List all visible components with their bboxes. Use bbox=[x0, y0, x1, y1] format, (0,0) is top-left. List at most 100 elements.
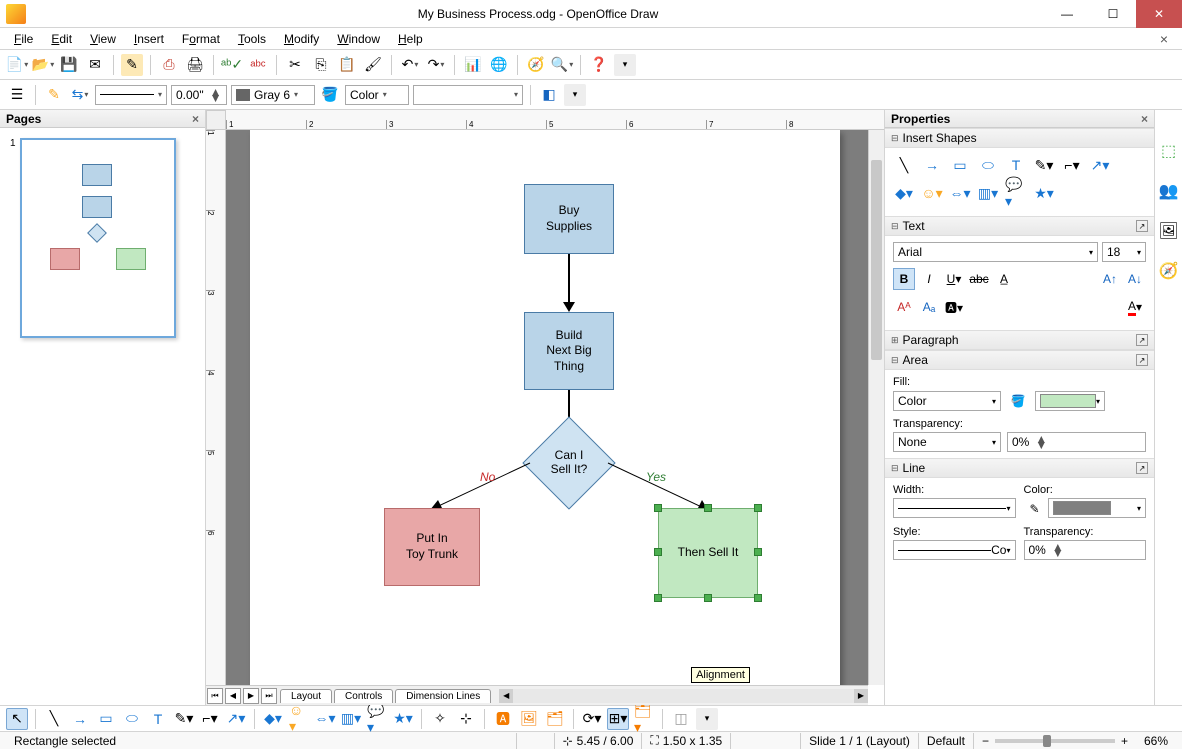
lines-tool[interactable]: ↗▾ bbox=[225, 708, 247, 730]
shape-ellipse[interactable]: ⬭ bbox=[977, 154, 999, 176]
format-paintbrush-button[interactable]: 🖌 bbox=[362, 54, 384, 76]
close-button[interactable]: ✕ bbox=[1136, 0, 1182, 28]
arrow-tool[interactable]: → bbox=[69, 708, 91, 730]
select-tool[interactable]: ↖ bbox=[6, 708, 28, 730]
zoom-button[interactable]: 🔍▾ bbox=[551, 54, 573, 76]
horizontal-scrollbar[interactable]: ◀▶ bbox=[499, 689, 868, 703]
shape-line[interactable]: ╲ bbox=[893, 154, 915, 176]
tab-last-button[interactable]: ⏭ bbox=[261, 688, 277, 704]
highlight-button[interactable]: ✎ bbox=[43, 84, 65, 106]
arrange-tool[interactable]: 🗂▾ bbox=[633, 708, 655, 730]
canvas[interactable]: Buy Supplies Build Next Big Thing Can I … bbox=[226, 130, 868, 685]
line-more-icon[interactable]: ↗ bbox=[1136, 462, 1148, 474]
symbol-shapes-tool[interactable]: ☺▾ bbox=[288, 708, 310, 730]
menu-insert[interactable]: Insert bbox=[126, 30, 172, 48]
toolbar-overflow[interactable]: ▾ bbox=[614, 54, 636, 76]
vertical-ruler[interactable]: 123456 bbox=[206, 130, 226, 685]
subscript-button[interactable]: Aₐ bbox=[918, 296, 940, 318]
shape-text[interactable]: T bbox=[1005, 154, 1027, 176]
fill-bucket-icon[interactable]: 🪣 bbox=[1007, 390, 1029, 412]
tab-controls[interactable]: Controls bbox=[334, 689, 393, 703]
zoom-out-button[interactable]: − bbox=[982, 734, 989, 748]
block-arrows-tool[interactable]: ⇔▾ bbox=[314, 708, 336, 730]
toolbar2-overflow[interactable]: ▾ bbox=[564, 84, 586, 106]
flowchart-box-buy[interactable]: Buy Supplies bbox=[524, 184, 614, 254]
menu-edit[interactable]: Edit bbox=[43, 30, 80, 48]
increase-font-button[interactable]: A↑ bbox=[1099, 268, 1121, 290]
menu-view[interactable]: View bbox=[82, 30, 124, 48]
zoom-slider[interactable] bbox=[995, 739, 1115, 743]
flowchart-box-toy-trunk[interactable]: Put In Toy Trunk bbox=[384, 508, 480, 586]
email-button[interactable]: ✉ bbox=[84, 54, 106, 76]
star-tool[interactable]: ★▾ bbox=[392, 708, 414, 730]
hyperlink-button[interactable]: 🌐 bbox=[488, 54, 510, 76]
shape-symbol[interactable]: ☺▾ bbox=[921, 182, 943, 204]
fill-mode-combo[interactable]: Color▾ bbox=[345, 85, 409, 105]
print-button[interactable]: 🖨 bbox=[184, 54, 206, 76]
help-button[interactable]: ❓ bbox=[588, 54, 610, 76]
font-color-button[interactable]: A▾ bbox=[1124, 296, 1146, 318]
decrease-font-button[interactable]: A↓ bbox=[1124, 268, 1146, 290]
tab-first-button[interactable]: ⏮ bbox=[207, 688, 223, 704]
page-thumbnail[interactable] bbox=[20, 138, 176, 338]
line-width-combo[interactable]: ▾ bbox=[893, 498, 1016, 518]
shape-connector[interactable]: ⌐▾ bbox=[1061, 154, 1083, 176]
connector-tool[interactable]: ⌐▾ bbox=[199, 708, 221, 730]
shape-callout[interactable]: 💬▾ bbox=[1005, 182, 1027, 204]
tab-next-button[interactable]: ▶ bbox=[243, 688, 259, 704]
fontwork-tool[interactable]: 🅰 bbox=[492, 708, 514, 730]
pages-panel-close[interactable]: × bbox=[192, 112, 199, 126]
redo-button[interactable]: ↷▾ bbox=[425, 54, 447, 76]
shape-curve[interactable]: ✎▾ bbox=[1033, 154, 1055, 176]
section-insert-shapes[interactable]: ⊟Insert Shapes bbox=[885, 128, 1154, 148]
flowchart-tool[interactable]: ▥▾ bbox=[340, 708, 362, 730]
rect-tool[interactable]: ▭ bbox=[95, 708, 117, 730]
callout-tool[interactable]: 💬▾ bbox=[366, 708, 388, 730]
edit-file-button[interactable]: ✎ bbox=[121, 54, 143, 76]
flowchart-box-build[interactable]: Build Next Big Thing bbox=[524, 312, 614, 390]
font-name-combo[interactable]: Arial▾ bbox=[893, 242, 1098, 262]
line-width-field[interactable]: 0.00" ▲▼ bbox=[171, 85, 227, 105]
properties-close[interactable]: × bbox=[1141, 112, 1148, 126]
fill-mode-combo[interactable]: Color▾ bbox=[893, 391, 1001, 411]
rotate-tool[interactable]: ⟳▾ bbox=[581, 708, 603, 730]
tab-prev-button[interactable]: ◀ bbox=[225, 688, 241, 704]
superscript-button[interactable]: Aᴬ bbox=[893, 296, 915, 318]
glue-tool[interactable]: ⊹ bbox=[455, 708, 477, 730]
chart-button[interactable]: 📊 bbox=[462, 54, 484, 76]
tab-layout[interactable]: Layout bbox=[280, 689, 332, 703]
shape-star[interactable]: ★▾ bbox=[1033, 182, 1055, 204]
cut-button[interactable]: ✂ bbox=[284, 54, 306, 76]
section-area[interactable]: ⊟Area↗ bbox=[885, 350, 1154, 370]
status-style[interactable]: Default bbox=[919, 733, 974, 749]
alignment-tool[interactable]: ⊞▾ bbox=[607, 708, 629, 730]
open-button[interactable]: 📂▾ bbox=[32, 54, 54, 76]
maximize-button[interactable]: ☐ bbox=[1090, 0, 1136, 28]
vertical-scrollbar[interactable] bbox=[868, 130, 884, 685]
status-slide[interactable]: Slide 1 / 1 (Layout) bbox=[801, 733, 919, 749]
arrow-style-button[interactable]: ⇆▾ bbox=[69, 84, 91, 106]
extrusion-tool[interactable]: ◫ bbox=[670, 708, 692, 730]
underline-button[interactable]: U▾ bbox=[943, 268, 965, 290]
selection-handle[interactable] bbox=[654, 548, 662, 556]
zoom-in-button[interactable]: + bbox=[1121, 734, 1128, 748]
line-transparency-field[interactable]: 0%▲▼ bbox=[1024, 540, 1147, 560]
curve-tool[interactable]: ✎▾ bbox=[173, 708, 195, 730]
spellcheck-button[interactable]: ᵃᵇ✓ bbox=[221, 54, 243, 76]
line-color-pencil-icon[interactable]: ✎ bbox=[1024, 498, 1046, 520]
menu-file[interactable]: File bbox=[6, 30, 41, 48]
connector[interactable] bbox=[568, 254, 570, 304]
shadow-button[interactable]: ◧ bbox=[538, 84, 560, 106]
shape-block-arrow[interactable]: ⇔▾ bbox=[949, 182, 971, 204]
fill-color-combo[interactable]: ▾ bbox=[413, 85, 523, 105]
menu-format[interactable]: Format bbox=[174, 30, 228, 48]
shape-arrow[interactable]: → bbox=[921, 154, 943, 176]
minimize-button[interactable]: ― bbox=[1044, 0, 1090, 28]
shape-basic[interactable]: ◆▾ bbox=[893, 182, 915, 204]
text-tool[interactable]: T bbox=[147, 708, 169, 730]
from-file-tool[interactable]: 🖼 bbox=[518, 708, 540, 730]
sidebar-styles-icon[interactable]: 👥 bbox=[1158, 180, 1180, 202]
transparency-mode-combo[interactable]: None▾ bbox=[893, 432, 1001, 452]
flowchart-box-sell[interactable]: Then Sell It bbox=[658, 508, 758, 598]
horizontal-ruler[interactable]: 12345678 bbox=[226, 110, 884, 130]
